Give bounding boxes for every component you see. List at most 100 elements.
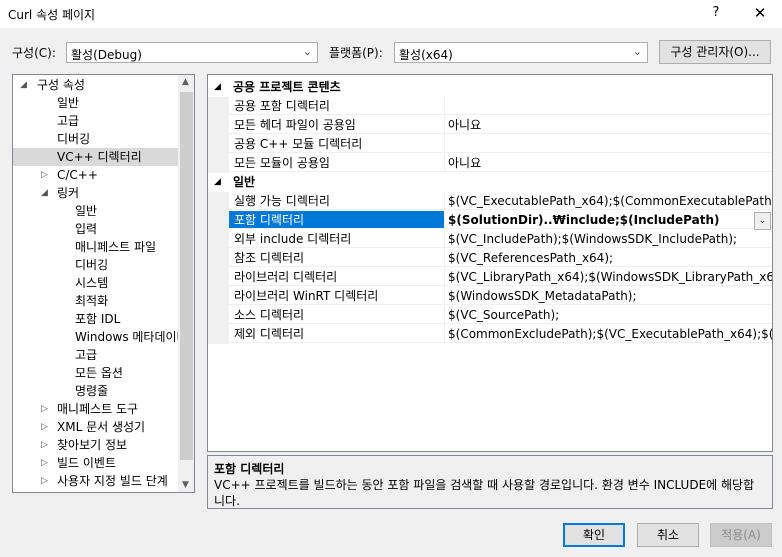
property-value[interactable]	[445, 135, 772, 153]
window-title: Curl 속성 페이지	[8, 8, 96, 22]
row-gutter	[208, 135, 229, 154]
property-value-input[interactable]: $(SolutionDir)..₩include;$(IncludePath)	[445, 211, 772, 229]
tree-item-linker-advanced[interactable]: 고급	[75, 346, 97, 364]
tree-item-label: 구성 속성	[37, 78, 85, 92]
tree-item-label: 링커	[57, 186, 80, 200]
platform-select[interactable]: 활성(x64) ⌄	[394, 42, 648, 63]
tree-item-linker-system[interactable]: 시스템	[75, 274, 108, 292]
row-gutter	[208, 287, 229, 306]
category-header-public-content[interactable]: ◢ 공용 프로젝트 콘텐츠	[208, 78, 772, 97]
category-tree[interactable]: ◢ 구성 속성 일반 고급 디버깅 VC++ 디렉터리 ▷ C/C++ ◢ 링커…	[12, 74, 195, 493]
tree-item-debugging[interactable]: 디버깅	[57, 130, 90, 148]
property-value[interactable]: $(VC_ReferencesPath_x64);	[445, 249, 772, 267]
platform-select-value: 활성(x64)	[399, 48, 453, 62]
row-gutter	[208, 97, 229, 116]
expanded-icon[interactable]: ◢	[214, 173, 221, 192]
collapsed-icon[interactable]: ▷	[41, 436, 48, 454]
tree-item-linker-command-line[interactable]: 명령줄	[75, 382, 108, 400]
close-button[interactable]: ✕	[748, 3, 772, 23]
tree-item-label: 찾아보기 정보	[57, 438, 128, 452]
tree-item-vc-directories[interactable]: VC++ 디렉터리	[13, 148, 179, 166]
property-name: 포함 디렉터리	[229, 211, 445, 229]
property-value[interactable]: $(VC_IncludePath);$(WindowsSDK_IncludePa…	[445, 230, 772, 248]
tree-item-label: 사용자 지정 빌드 단계	[57, 474, 168, 488]
collapsed-icon[interactable]: ▷	[41, 418, 48, 436]
row-gutter	[208, 154, 229, 173]
property-row[interactable]: 소스 디렉터리 $(VC_SourcePath);	[208, 306, 772, 325]
config-manager-button[interactable]: 구성 관리자(O)...	[659, 40, 771, 64]
cancel-button[interactable]: 취소	[637, 523, 699, 547]
property-value[interactable]: $(VC_LibraryPath_x64);$(WindowsSDK_Libra…	[445, 268, 772, 286]
chevron-down-icon[interactable]: ⌄	[754, 212, 771, 230]
collapsed-icon[interactable]: ▷	[41, 454, 48, 472]
property-row-selected[interactable]: 포함 디렉터리 $(SolutionDir)..₩include;$(Inclu…	[208, 211, 772, 230]
description-panel: 포함 디렉터리 VC++ 프로젝트를 빌드하는 동안 포함 파일을 검색할 때 …	[207, 455, 773, 509]
property-name: 공용 C++ 모듈 디렉터리	[229, 135, 445, 153]
expanded-icon[interactable]: ◢	[214, 78, 221, 97]
tree-item-linker-optimization[interactable]: 최적화	[75, 292, 108, 310]
property-value[interactable]: $(VC_SourcePath);	[445, 306, 772, 324]
apply-button[interactable]: 적용(A)	[710, 523, 772, 547]
expanded-icon[interactable]: ◢	[20, 76, 27, 94]
tree-item-linker-embedded-idl[interactable]: 포함 IDL	[75, 310, 120, 328]
property-row[interactable]: 실행 가능 디렉터리 $(VC_ExecutablePath_x64);$(Co…	[208, 192, 772, 211]
tree-item-advanced[interactable]: 고급	[57, 112, 79, 130]
property-name: 제외 디렉터리	[229, 325, 445, 343]
config-select[interactable]: 활성(Debug) ⌄	[66, 42, 318, 63]
row-gutter	[208, 268, 229, 287]
help-button[interactable]: ?	[706, 3, 726, 23]
collapsed-icon[interactable]: ▷	[41, 166, 48, 184]
row-gutter	[208, 192, 229, 211]
property-row[interactable]: 모든 헤더 파일이 공용임 아니요	[208, 116, 772, 135]
property-value[interactable]: 아니요	[445, 116, 772, 134]
property-name: 공용 포함 디렉터리	[229, 97, 445, 115]
property-name: 모든 헤더 파일이 공용임	[229, 116, 445, 134]
property-value[interactable]	[445, 97, 772, 115]
row-gutter	[208, 230, 229, 249]
tree-item-general[interactable]: 일반	[57, 94, 79, 112]
tree-item-linker-manifest[interactable]: 매니페스트 파일	[75, 238, 156, 256]
row-gutter	[208, 116, 229, 135]
category-header-general[interactable]: ◢ 일반	[208, 173, 772, 192]
property-row[interactable]: 제외 디렉터리 $(CommonExcludePath);$(VC_Execut…	[208, 325, 772, 344]
property-row[interactable]: 외부 include 디렉터리 $(VC_IncludePath);$(Wind…	[208, 230, 772, 249]
collapsed-icon[interactable]: ▷	[41, 400, 48, 418]
property-value[interactable]: 아니요	[445, 154, 772, 172]
tree-scrollbar-thumb[interactable]	[180, 92, 193, 460]
tree-item-label: XML 문서 생성기	[57, 420, 146, 434]
collapsed-icon[interactable]: ▷	[41, 472, 48, 490]
tree-item-label: C/C++	[57, 168, 98, 182]
property-value[interactable]: $(CommonExcludePath);$(VC_ExecutablePath…	[445, 325, 772, 343]
property-name: 라이브러리 디렉터리	[229, 268, 445, 286]
property-row[interactable]: 참조 디렉터리 $(VC_ReferencesPath_x64);	[208, 249, 772, 268]
chevron-down-icon: ⌄	[302, 45, 312, 58]
property-name: 소스 디렉터리	[229, 306, 445, 324]
scroll-up-icon[interactable]: ▲	[182, 77, 189, 87]
chevron-down-icon: ⌄	[632, 45, 642, 58]
row-gutter	[208, 306, 229, 325]
property-value[interactable]: $(WindowsSDK_MetadataPath);	[445, 287, 772, 305]
property-name: 참조 디렉터리	[229, 249, 445, 267]
tree-item-linker-all-options[interactable]: 모든 옵션	[75, 364, 123, 382]
tree-item-linker-input[interactable]: 입력	[75, 220, 97, 238]
property-name: 실행 가능 디렉터리	[229, 192, 445, 210]
tree-item-linker-debugging[interactable]: 디버깅	[75, 256, 108, 274]
row-gutter	[208, 325, 229, 344]
property-row[interactable]: 모든 모듈이 공용임 아니요	[208, 154, 772, 173]
property-row[interactable]: 라이브러리 디렉터리 $(VC_LibraryPath_x64);$(Windo…	[208, 268, 772, 287]
property-row[interactable]: 라이브러리 WinRT 디렉터리 $(WindowsSDK_MetadataPa…	[208, 287, 772, 306]
tree-item-label: VC++ 디렉터리	[57, 150, 142, 164]
property-row[interactable]: 공용 포함 디렉터리	[208, 97, 772, 116]
property-row[interactable]: 공용 C++ 모듈 디렉터리	[208, 135, 772, 154]
tree-item-label: 빌드 이벤트	[57, 456, 117, 470]
property-value[interactable]: $(VC_ExecutablePath_x64);$(CommonExecuta…	[445, 192, 772, 210]
config-label: 구성(C):	[12, 46, 56, 60]
expanded-icon[interactable]: ◢	[41, 184, 48, 202]
property-grid[interactable]: ◢ 공용 프로젝트 콘텐츠 공용 포함 디렉터리 모든 헤더 파일이 공용임 아…	[207, 74, 773, 452]
scroll-down-icon[interactable]: ▼	[182, 480, 189, 490]
property-name: 모든 모듈이 공용임	[229, 154, 445, 172]
tree-item-linker-general[interactable]: 일반	[75, 202, 97, 220]
category-title: 일반	[233, 175, 256, 189]
tree-item-linker-windows-metadata[interactable]: Windows 메타데이터	[75, 328, 188, 346]
ok-button[interactable]: 확인	[563, 523, 625, 547]
